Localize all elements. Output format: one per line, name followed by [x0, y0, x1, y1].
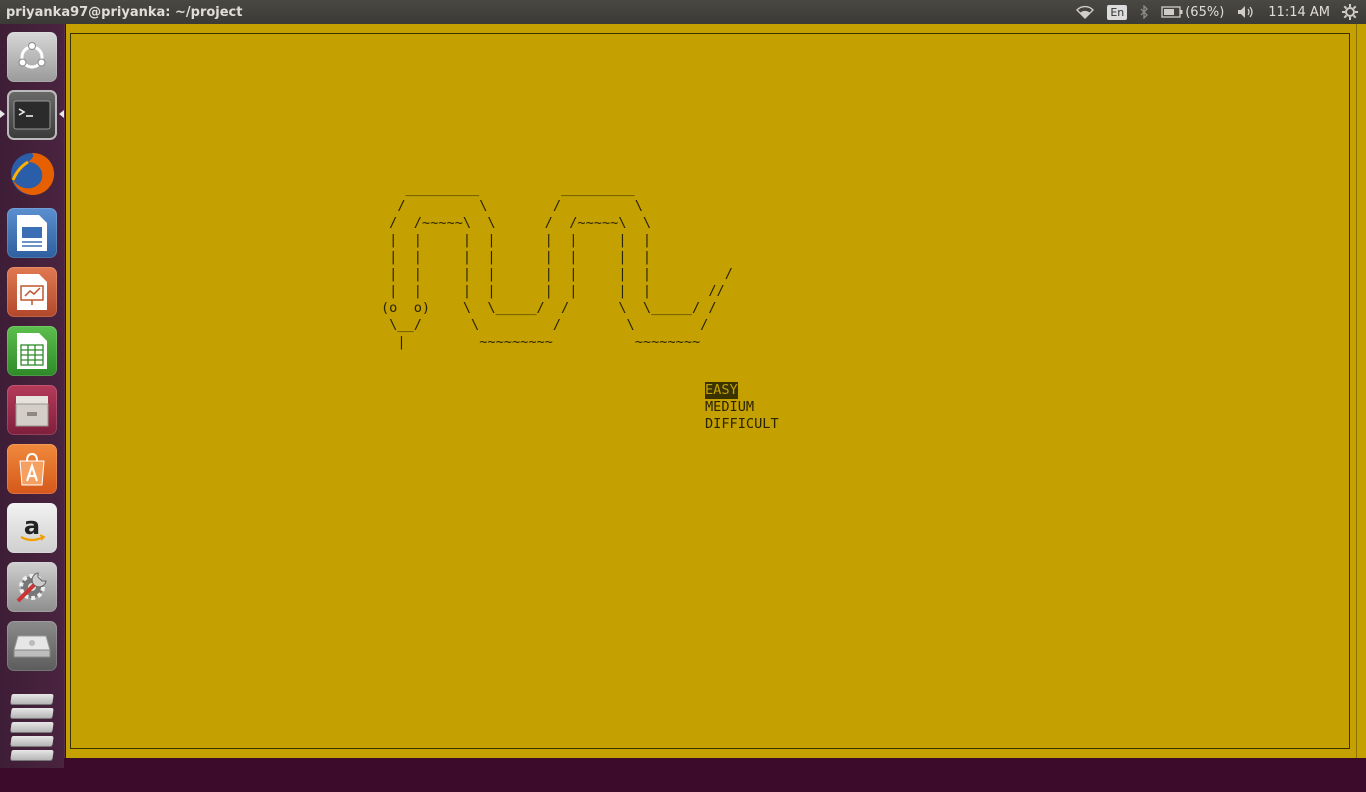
- menu-option-difficult[interactable]: DIFFICULT: [705, 416, 779, 433]
- files-icon: [15, 396, 49, 427]
- keyboard-layout-indicator[interactable]: En: [1107, 4, 1128, 20]
- launcher-item-trash[interactable]: [7, 688, 57, 792]
- launcher-item-drive[interactable]: [7, 621, 57, 671]
- launcher-item-files[interactable]: [7, 385, 57, 435]
- writer-icon: [17, 215, 47, 251]
- launcher-item-calc[interactable]: [7, 326, 57, 376]
- launcher-item-impress[interactable]: [7, 267, 57, 317]
- launcher-item-software-center[interactable]: [7, 444, 57, 494]
- launcher-item-terminal[interactable]: [7, 90, 57, 140]
- wifi-icon[interactable]: [1075, 5, 1095, 19]
- ubuntu-logo-icon: [18, 42, 46, 69]
- terminal-scrollbar[interactable]: [1356, 24, 1366, 758]
- launcher-item-amazon[interactable]: a: [7, 503, 57, 553]
- launcher-item-writer[interactable]: [7, 208, 57, 258]
- volume-icon[interactable]: [1236, 5, 1256, 19]
- settings-icon: [16, 572, 47, 603]
- window-title: priyanka97@priyanka: ~/project: [6, 4, 243, 20]
- battery-percentage: (65%): [1185, 4, 1225, 20]
- launcher-item-firefox[interactable]: [7, 149, 57, 199]
- snake-ascii-art: _________ _________ / \ / \ / /~~~~~\ \ …: [381, 181, 733, 350]
- launcher: a: [0, 24, 65, 768]
- menu-option-easy[interactable]: EASY: [705, 382, 779, 399]
- menu-option-easy-label: EASY: [705, 382, 738, 399]
- difficulty-menu: EASY MEDIUM DIFFICULT: [705, 382, 779, 433]
- calc-icon: [17, 333, 47, 369]
- svg-text:a: a: [24, 512, 40, 540]
- terminal-icon: [13, 100, 51, 130]
- launcher-item-dash[interactable]: [7, 32, 57, 82]
- battery-icon: [1161, 6, 1183, 18]
- bluetooth-icon[interactable]: [1139, 5, 1149, 19]
- desktop-strip: [64, 758, 1366, 768]
- menu-option-medium[interactable]: MEDIUM: [705, 399, 779, 416]
- software-center-icon: [19, 452, 45, 486]
- firefox-icon: [11, 152, 55, 195]
- drive-icon: [13, 635, 51, 658]
- launcher-item-settings[interactable]: [7, 562, 57, 612]
- clock[interactable]: 11:14 AM: [1268, 5, 1330, 20]
- gear-icon[interactable]: [1342, 4, 1358, 20]
- battery-indicator[interactable]: (65%): [1161, 5, 1224, 20]
- amazon-icon: a: [20, 512, 46, 542]
- impress-icon: [17, 274, 47, 310]
- indicator-area: En (65%) 11:14 AM: [1075, 4, 1366, 20]
- top-panel: priyanka97@priyanka: ~/project En (65%) …: [0, 0, 1366, 24]
